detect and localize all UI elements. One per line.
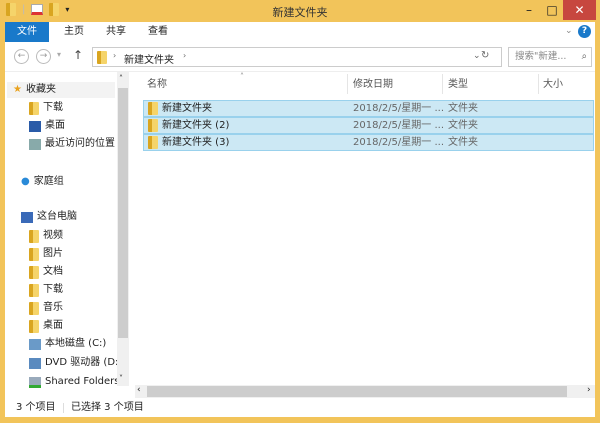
navigation-bar: ← → ▾ ↑ › 新建文件夹 › ⌄ ↻ 搜索"新建... ⌕ <box>5 42 595 72</box>
refresh-button[interactable]: ↻ <box>481 50 489 61</box>
scroll-left-icon[interactable]: ‹ <box>137 385 141 395</box>
search-icon: ⌕ <box>581 51 587 62</box>
breadcrumb-chevron-icon[interactable]: › <box>183 51 186 60</box>
scroll-thumb[interactable] <box>147 386 567 397</box>
videos-icon <box>29 229 39 243</box>
nav-downloads-pc[interactable]: 下载 <box>29 282 63 298</box>
forward-button[interactable]: → <box>36 49 51 64</box>
address-dropdown-icon[interactable]: ⌄ <box>473 51 481 61</box>
help-icon[interactable]: ? <box>578 25 591 38</box>
nav-desktop[interactable]: 桌面 <box>29 118 65 134</box>
folder-icon <box>148 102 158 115</box>
title-bar: | ▾ 新建文件夹 – □ ✕ <box>0 0 600 22</box>
folder-icon <box>148 119 158 132</box>
selected-count: 已选择 3 个项目 <box>71 402 144 413</box>
nav-homegroup[interactable]: ● 家庭组 <box>21 174 64 190</box>
nav-dvd-drive[interactable]: DVD 驱动器 (D:) <box>29 355 122 371</box>
search-input[interactable]: 搜索"新建... ⌕ <box>508 47 592 67</box>
nav-desktop-pc[interactable]: 桌面 <box>29 318 63 334</box>
nav-recent[interactable]: 最近访问的位置 <box>29 136 115 152</box>
maximize-button[interactable]: □ <box>541 0 563 20</box>
tab-home[interactable]: 主页 <box>55 22 93 42</box>
recent-places-icon <box>29 138 41 150</box>
pictures-icon <box>29 247 39 261</box>
address-bar[interactable]: › 新建文件夹 › ⌄ <box>92 47 502 67</box>
scroll-down-icon[interactable]: ˅ <box>119 374 123 383</box>
music-icon <box>29 301 39 315</box>
network-folder-icon <box>29 376 41 388</box>
desktop-folder-icon <box>29 319 39 333</box>
ribbon: 文件 主页 共享 查看 ⌄ ? <box>5 22 595 42</box>
dvd-icon <box>29 357 41 369</box>
star-icon: ★ <box>13 84 22 95</box>
recent-locations-icon[interactable]: ▾ <box>57 50 61 59</box>
column-size[interactable]: 大小 <box>543 76 563 94</box>
breadcrumb-chevron-icon[interactable]: › <box>113 51 116 60</box>
homegroup-icon: ● <box>21 176 30 187</box>
status-bar: 3 个项目 已选择 3 个项目 <box>5 399 595 417</box>
folder-icon <box>148 136 158 149</box>
item-count: 3 个项目 <box>16 402 56 413</box>
column-name[interactable]: 名称 <box>147 76 167 94</box>
up-button[interactable]: ↑ <box>73 48 83 62</box>
documents-icon <box>29 265 39 279</box>
nav-pictures[interactable]: 图片 <box>29 246 63 262</box>
nav-favorites[interactable]: ★ 收藏夹 <box>13 82 56 98</box>
file-row[interactable]: 新建文件夹 (2) 2018/2/5/星期一 ... 文件夹 <box>143 117 594 134</box>
main-area: ★ 收藏夹 下载 桌面 最近访问的位置 ● 家庭组 这台电脑 视频 图片 文档 下载… <box>5 72 595 399</box>
downloads-icon <box>29 101 39 115</box>
scroll-thumb[interactable] <box>118 88 128 338</box>
tab-share[interactable]: 共享 <box>97 22 135 42</box>
file-row[interactable]: 新建文件夹 (3) 2018/2/5/星期一 ... 文件夹 <box>143 134 594 151</box>
nav-local-disk[interactable]: 本地磁盘 (C:) <box>29 336 106 352</box>
tab-file[interactable]: 文件 <box>5 22 49 42</box>
nav-shared-folders[interactable]: Shared Folders <box>29 374 120 390</box>
desktop-icon <box>29 120 41 132</box>
search-placeholder: 搜索"新建... <box>515 51 567 62</box>
drive-icon <box>29 338 41 350</box>
computer-icon <box>21 211 33 223</box>
column-date[interactable]: 修改日期 <box>353 76 393 94</box>
nav-videos[interactable]: 视频 <box>29 228 63 244</box>
minimize-button[interactable]: – <box>517 0 541 20</box>
horizontal-scrollbar[interactable]: ‹ › <box>135 385 595 398</box>
scroll-up-icon[interactable]: ˄ <box>119 74 123 83</box>
downloads-icon <box>29 283 39 297</box>
close-button[interactable]: ✕ <box>563 0 596 20</box>
navigation-pane: ★ 收藏夹 下载 桌面 最近访问的位置 ● 家庭组 这台电脑 视频 图片 文档 下载… <box>5 72 122 399</box>
file-row[interactable]: 新建文件夹 2018/2/5/星期一 ... 文件夹 <box>143 100 594 117</box>
back-button[interactable]: ← <box>14 49 29 64</box>
scroll-right-icon[interactable]: › <box>587 385 591 395</box>
sort-ascending-icon: ˄ <box>240 72 244 81</box>
nav-this-pc[interactable]: 这台电脑 <box>21 209 77 225</box>
nav-music[interactable]: 音乐 <box>29 300 63 316</box>
nav-scrollbar[interactable]: ˄ ˅ <box>117 72 129 386</box>
column-type[interactable]: 类型 <box>448 76 468 94</box>
nav-downloads[interactable]: 下载 <box>29 100 63 116</box>
tab-view[interactable]: 查看 <box>139 22 177 42</box>
breadcrumb-folder[interactable]: 新建文件夹 <box>124 51 174 66</box>
folder-icon <box>97 51 107 64</box>
expand-ribbon-icon[interactable]: ⌄ <box>565 26 573 36</box>
nav-documents[interactable]: 文档 <box>29 264 63 280</box>
window-title: 新建文件夹 <box>272 6 328 19</box>
